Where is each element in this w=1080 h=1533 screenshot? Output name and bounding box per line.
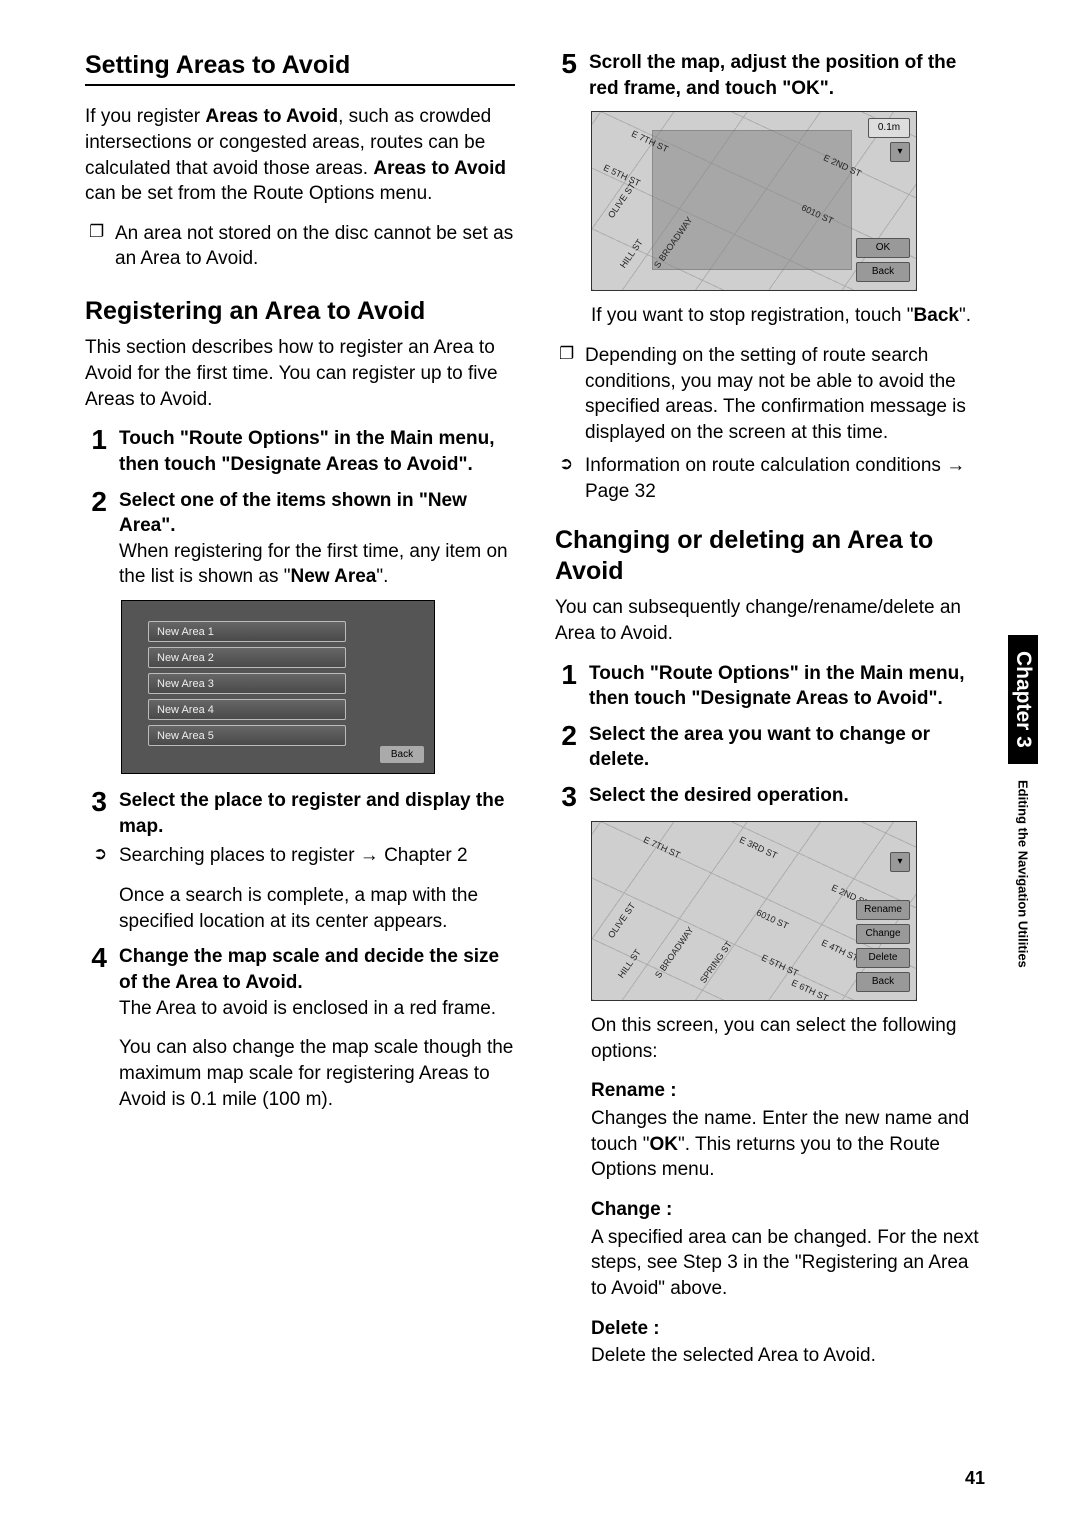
- step-number: 2: [85, 488, 107, 591]
- side-tab: Chapter 3 Editing the Navigation Utiliti…: [1008, 635, 1038, 1065]
- dropdown-icon[interactable]: ▾: [890, 852, 910, 872]
- new-area-list-screenshot: New Area 1 New Area 2 New Area 3 New Are…: [121, 600, 435, 774]
- back-button[interactable]: Back: [856, 262, 910, 282]
- page-number: 41: [965, 1468, 985, 1489]
- rename-label: Rename :: [591, 1080, 677, 1101]
- change-button[interactable]: Change: [856, 924, 910, 944]
- heading-registering: Registering an Area to Avoid: [85, 296, 515, 327]
- xref-item: Searching places to register → Chapter 2: [89, 843, 515, 869]
- note-item: Depending on the setting of route search…: [555, 343, 985, 446]
- delete-label: Delete :: [591, 1318, 660, 1339]
- new-area-item[interactable]: New Area 1: [148, 621, 346, 642]
- note-item: An area not stored on the disc cannot be…: [85, 221, 515, 272]
- step-5: 5 Scroll the map, adjust the position of…: [555, 50, 985, 101]
- step-3: 3 Select the place to register and displ…: [85, 788, 515, 934]
- new-area-item[interactable]: New Area 2: [148, 647, 346, 668]
- register-paragraph: This section describes how to register a…: [85, 335, 515, 412]
- options-intro: On this screen, you can select the follo…: [591, 1013, 985, 1064]
- heading-setting-areas: Setting Areas to Avoid: [85, 50, 515, 86]
- rename-button[interactable]: Rename: [856, 900, 910, 920]
- new-area-item[interactable]: New Area 4: [148, 699, 346, 720]
- back-button[interactable]: Back: [856, 972, 910, 992]
- map-ok-screenshot: E 7TH ST E 5TH ST E 2ND ST OLIVE ST HILL…: [591, 111, 917, 291]
- step-number: 1: [555, 661, 577, 712]
- rename-body: Changes the name. Enter the new name and…: [591, 1106, 985, 1183]
- step-number: 1: [85, 426, 107, 477]
- step-number: 3: [555, 783, 577, 811]
- step-1: 1 Touch "Route Options" in the Main menu…: [85, 426, 515, 477]
- left-column: Setting Areas to Avoid If you register A…: [85, 50, 515, 1383]
- scale-indicator: 0.1m: [868, 118, 910, 138]
- chapter-subtitle: Editing the Navigation Utilities: [1016, 780, 1031, 968]
- step-number: 4: [85, 944, 107, 1126]
- change-label: Change :: [591, 1199, 672, 1220]
- change-step-3: 3 Select the desired operation.: [555, 783, 985, 811]
- new-area-item[interactable]: New Area 3: [148, 673, 346, 694]
- setting-paragraph: If you register Areas to Avoid, such as …: [85, 104, 515, 207]
- xref-item: Information on route calculation conditi…: [555, 453, 985, 504]
- change-step-1: 1 Touch "Route Options" in the Main menu…: [555, 661, 985, 712]
- step-number: 2: [555, 722, 577, 773]
- delete-body: Delete the selected Area to Avoid.: [591, 1343, 985, 1369]
- change-step-2: 2 Select the area you want to change or …: [555, 722, 985, 773]
- heading-changing-deleting: Changing or deleting an Area to Avoid: [555, 525, 985, 588]
- right-column: 5 Scroll the map, adjust the position of…: [555, 50, 985, 1383]
- step-2: 2 Select one of the items shown in "New …: [85, 488, 515, 591]
- stop-registration-text: If you want to stop registration, touch …: [591, 303, 985, 329]
- change-body: A specified area can be changed. For the…: [591, 1225, 985, 1302]
- step-4: 4 Change the map scale and decide the si…: [85, 944, 515, 1126]
- delete-button[interactable]: Delete: [856, 948, 910, 968]
- red-frame: [652, 130, 852, 270]
- chapter-label: Chapter 3: [1008, 635, 1038, 764]
- step-number: 5: [555, 50, 577, 101]
- change-paragraph: You can subsequently change/rename/delet…: [555, 595, 985, 646]
- dropdown-icon[interactable]: ▾: [890, 142, 910, 162]
- ok-button[interactable]: OK: [856, 238, 910, 258]
- new-area-item[interactable]: New Area 5: [148, 725, 346, 746]
- map-operations-screenshot: E 7TH ST E 3RD ST E 2ND ST E 5TH ST E 6T…: [591, 821, 917, 1001]
- back-button[interactable]: Back: [380, 746, 424, 763]
